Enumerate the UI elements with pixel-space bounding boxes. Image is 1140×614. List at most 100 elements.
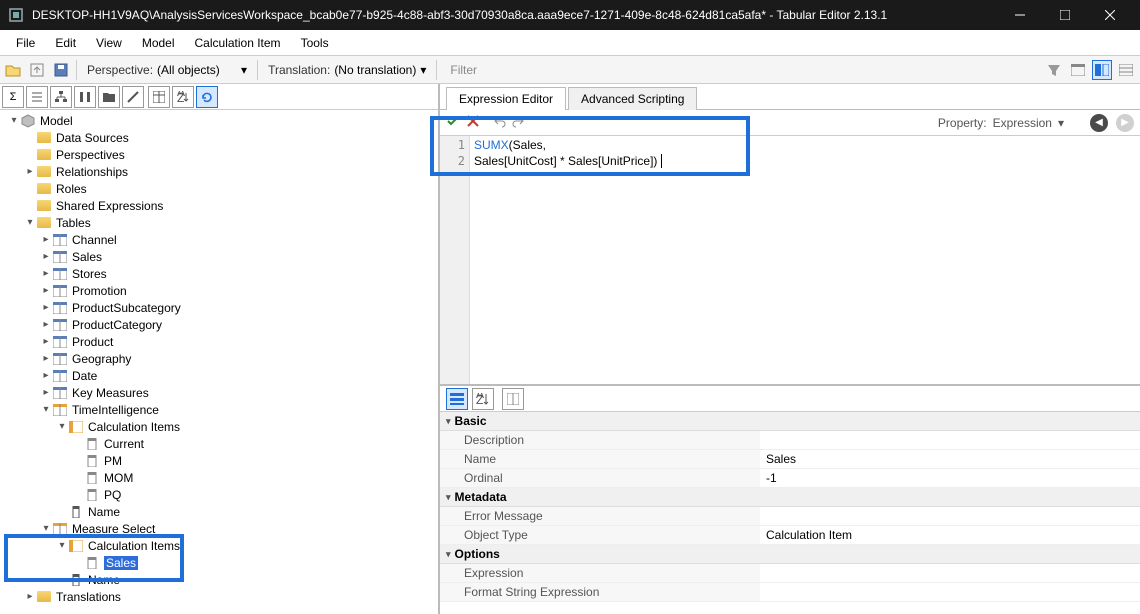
- menu-model[interactable]: Model: [132, 32, 185, 54]
- translation-combo[interactable]: Translation: (No translation) ▾: [264, 63, 430, 77]
- tree-sharedexpr[interactable]: Shared Expressions: [4, 197, 434, 214]
- tab-expression[interactable]: Expression Editor: [446, 87, 566, 110]
- save-icon[interactable]: [52, 61, 70, 79]
- tree-table-measureselect[interactable]: ▾Measure Select: [4, 520, 434, 537]
- tree-table-channel[interactable]: ▸Channel: [4, 231, 434, 248]
- tree-table-stores[interactable]: ▸Stores: [4, 265, 434, 282]
- tree-table-timeintel[interactable]: ▾TimeIntelligence: [4, 401, 434, 418]
- sort-button[interactable]: AZ: [172, 86, 194, 108]
- svg-text:Z: Z: [476, 393, 483, 405]
- folder-icon: [37, 149, 51, 160]
- cat-options[interactable]: ▾Options: [440, 545, 1140, 564]
- tree-calcitems[interactable]: ▾Calculation Items: [4, 418, 434, 435]
- code-rest: (Sales,: [509, 138, 546, 152]
- tree-ci-current[interactable]: Current: [4, 435, 434, 452]
- perspective-value: (All objects): [157, 63, 237, 77]
- tree-root[interactable]: ▾Model: [4, 112, 434, 129]
- property-grid[interactable]: ▾Basic Description NameSales Ordinal-1 ▾…: [440, 412, 1140, 614]
- split-icon[interactable]: [1092, 60, 1112, 80]
- props-button[interactable]: [502, 388, 524, 410]
- tree-table-product[interactable]: ▸Product: [4, 333, 434, 350]
- tree-table-promotion[interactable]: ▸Promotion: [4, 282, 434, 299]
- perspective-combo[interactable]: Perspective: (All objects) ▾: [83, 63, 251, 77]
- perspective-label: Perspective:: [87, 63, 153, 77]
- tree-col-name[interactable]: Name: [4, 503, 434, 520]
- sigma-button[interactable]: Σ: [2, 86, 24, 108]
- prop-formatstr[interactable]: Format String Expression: [440, 583, 1140, 602]
- cancel-icon[interactable]: [466, 114, 480, 131]
- calc-group-icon: [68, 420, 84, 434]
- hierarchy-button[interactable]: [50, 86, 72, 108]
- filter-input[interactable]: Filter: [443, 60, 1038, 80]
- cat-metadata[interactable]: ▾Metadata: [440, 488, 1140, 507]
- property-combo[interactable]: Property: Expression ▾: [938, 116, 1064, 130]
- tree-body[interactable]: ▾Model Data Sources Perspectives ▸Relati…: [0, 110, 438, 614]
- menu-view[interactable]: View: [86, 32, 132, 54]
- tree-roles[interactable]: Roles: [4, 180, 434, 197]
- column-button[interactable]: [74, 86, 96, 108]
- tree-table-prodcat[interactable]: ▸ProductCategory: [4, 316, 434, 333]
- tree-translations[interactable]: ▸Translations: [4, 588, 434, 605]
- chevron-down-icon: ▾: [420, 63, 426, 77]
- tree-ci-pq[interactable]: MOM: [4, 469, 434, 486]
- accept-icon[interactable]: [446, 114, 460, 131]
- minimize-button[interactable]: [997, 0, 1042, 30]
- right-panel: Expression Editor Advanced Scripting Pro…: [440, 84, 1140, 614]
- column-icon: [68, 505, 84, 519]
- menu-calc-item[interactable]: Calculation Item: [185, 32, 291, 54]
- open-icon[interactable]: [4, 61, 22, 79]
- tree-ci-mom[interactable]: PQ: [4, 486, 434, 503]
- tree-calcitems2[interactable]: ▾Calculation Items: [4, 537, 434, 554]
- maximize-button[interactable]: [1042, 0, 1087, 30]
- refresh-button[interactable]: [196, 86, 218, 108]
- prop-errormsg[interactable]: Error Message: [440, 507, 1140, 526]
- table-icon: [52, 301, 68, 315]
- tree-ci-pm[interactable]: PM: [4, 452, 434, 469]
- folder-icon: [37, 217, 51, 228]
- tree-table-geography[interactable]: ▸Geography: [4, 350, 434, 367]
- tree-tables[interactable]: ▾Tables: [4, 214, 434, 231]
- calc-item-icon: [84, 454, 100, 468]
- prop-expression[interactable]: Expression: [440, 564, 1140, 583]
- categorized-button[interactable]: [446, 388, 468, 410]
- redo-icon[interactable]: [512, 114, 526, 131]
- menu-edit[interactable]: Edit: [45, 32, 86, 54]
- tree-relationships[interactable]: ▸Relationships: [4, 163, 434, 180]
- prop-description[interactable]: Description: [440, 431, 1140, 450]
- calc-item-icon: [84, 556, 100, 570]
- gutter: 12: [440, 136, 470, 384]
- prop-ordinal[interactable]: Ordinal-1: [440, 469, 1140, 488]
- list-button[interactable]: [26, 86, 48, 108]
- tree-table-keymeasures[interactable]: ▸Key Measures: [4, 384, 434, 401]
- back-arrow[interactable]: ◀: [1090, 114, 1108, 132]
- tab-scripting[interactable]: Advanced Scripting: [568, 87, 697, 110]
- prop-toolbar: AZ: [440, 386, 1140, 412]
- deploy-icon[interactable]: [28, 61, 46, 79]
- tree-table-date[interactable]: ▸Date: [4, 367, 434, 384]
- filter-icon[interactable]: [1044, 60, 1064, 80]
- property-label: Property:: [938, 116, 987, 130]
- forward-arrow[interactable]: ▶: [1116, 114, 1134, 132]
- tree-datasources[interactable]: Data Sources: [4, 129, 434, 146]
- editor-tabs: Expression Editor Advanced Scripting: [440, 84, 1140, 110]
- measure-button[interactable]: [122, 86, 144, 108]
- menu-file[interactable]: File: [6, 32, 45, 54]
- folder-button[interactable]: [98, 86, 120, 108]
- tree-ci-sales[interactable]: Sales: [4, 554, 434, 571]
- alphabetical-button[interactable]: AZ: [472, 388, 494, 410]
- tree-perspectives[interactable]: Perspectives: [4, 146, 434, 163]
- folder-icon: [37, 166, 51, 177]
- undo-icon[interactable]: [492, 114, 506, 131]
- prop-objtype[interactable]: Object TypeCalculation Item: [440, 526, 1140, 545]
- prop-name[interactable]: NameSales: [440, 450, 1140, 469]
- menu-tools[interactable]: Tools: [291, 32, 339, 54]
- cat-basic[interactable]: ▾Basic: [440, 412, 1140, 431]
- panel-icon[interactable]: [1068, 60, 1088, 80]
- panel2-icon[interactable]: [1116, 60, 1136, 80]
- table-button[interactable]: [148, 86, 170, 108]
- close-button[interactable]: [1087, 0, 1132, 30]
- tree-table-sales[interactable]: ▸Sales: [4, 248, 434, 265]
- tree-table-prodsubcat[interactable]: ▸ProductSubcategory: [4, 299, 434, 316]
- tree-col-name2[interactable]: Name: [4, 571, 434, 588]
- code-editor[interactable]: 12 SUMX(Sales, Sales[UnitCost] * Sales[U…: [440, 136, 1140, 386]
